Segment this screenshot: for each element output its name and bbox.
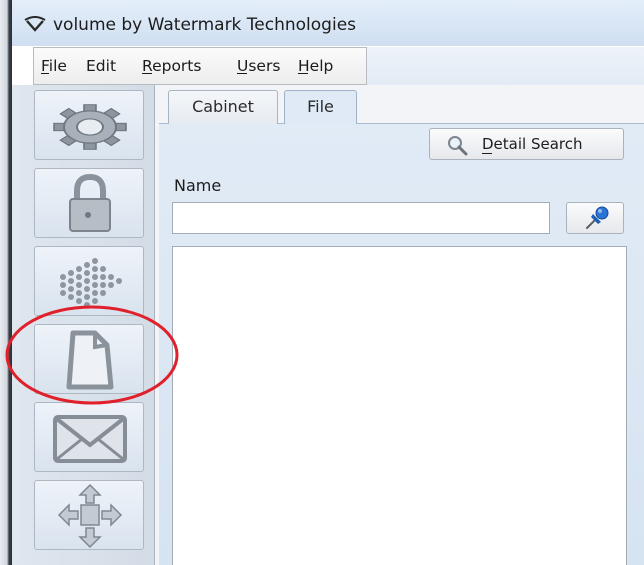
menu-help-accel-underline <box>298 73 308 74</box>
menu-file-accel-underline <box>41 73 49 74</box>
menu-bar: File Edit Reports Users Help <box>33 47 367 85</box>
menu-file[interactable]: File <box>41 57 67 75</box>
four-way-arrows-icon <box>57 483 123 549</box>
gear-icon <box>53 104 127 150</box>
padlock-icon <box>69 173 111 232</box>
envelope-icon <box>53 415 127 463</box>
dotted-arrow-icon <box>60 258 122 308</box>
watermark-logo-icon <box>24 16 46 32</box>
menu-edit-label: Edit <box>86 57 117 75</box>
sidebar-button-documents[interactable] <box>34 324 144 394</box>
name-label: Name <box>174 176 222 195</box>
window-left-edge <box>0 0 12 565</box>
menu-bar-empty-area <box>367 47 644 85</box>
pushpin-icon <box>586 206 609 229</box>
sidebar-button-navigate[interactable] <box>34 480 144 550</box>
results-list[interactable] <box>172 246 627 565</box>
menu-users-accel-underline <box>237 73 247 74</box>
name-input[interactable] <box>172 202 550 234</box>
sidebar-button-mail[interactable] <box>34 402 144 472</box>
tab-file[interactable]: File <box>284 90 357 124</box>
sidebar <box>12 85 155 565</box>
tab-cabinet[interactable]: Cabinet <box>168 90 278 124</box>
menu-help[interactable]: Help <box>298 57 333 75</box>
document-icon <box>66 330 114 390</box>
menu-edit[interactable]: Edit <box>86 57 116 75</box>
sidebar-button-security[interactable] <box>34 168 144 238</box>
detail-search-button[interactable]: Detail Search <box>429 128 624 160</box>
pin-button[interactable] <box>566 202 624 234</box>
detail-search-label: Detail Search <box>482 135 583 153</box>
detail-search-accel-underline <box>482 153 492 154</box>
magnifier-icon <box>448 136 468 156</box>
sidebar-button-import[interactable] <box>34 246 144 316</box>
menu-reports-accel-underline <box>142 73 152 74</box>
window-title: volume by Watermark Technologies <box>53 15 357 35</box>
sidebar-button-settings[interactable] <box>34 90 144 160</box>
menu-users[interactable]: Users <box>237 57 280 75</box>
menu-reports[interactable]: Reports <box>142 57 201 75</box>
